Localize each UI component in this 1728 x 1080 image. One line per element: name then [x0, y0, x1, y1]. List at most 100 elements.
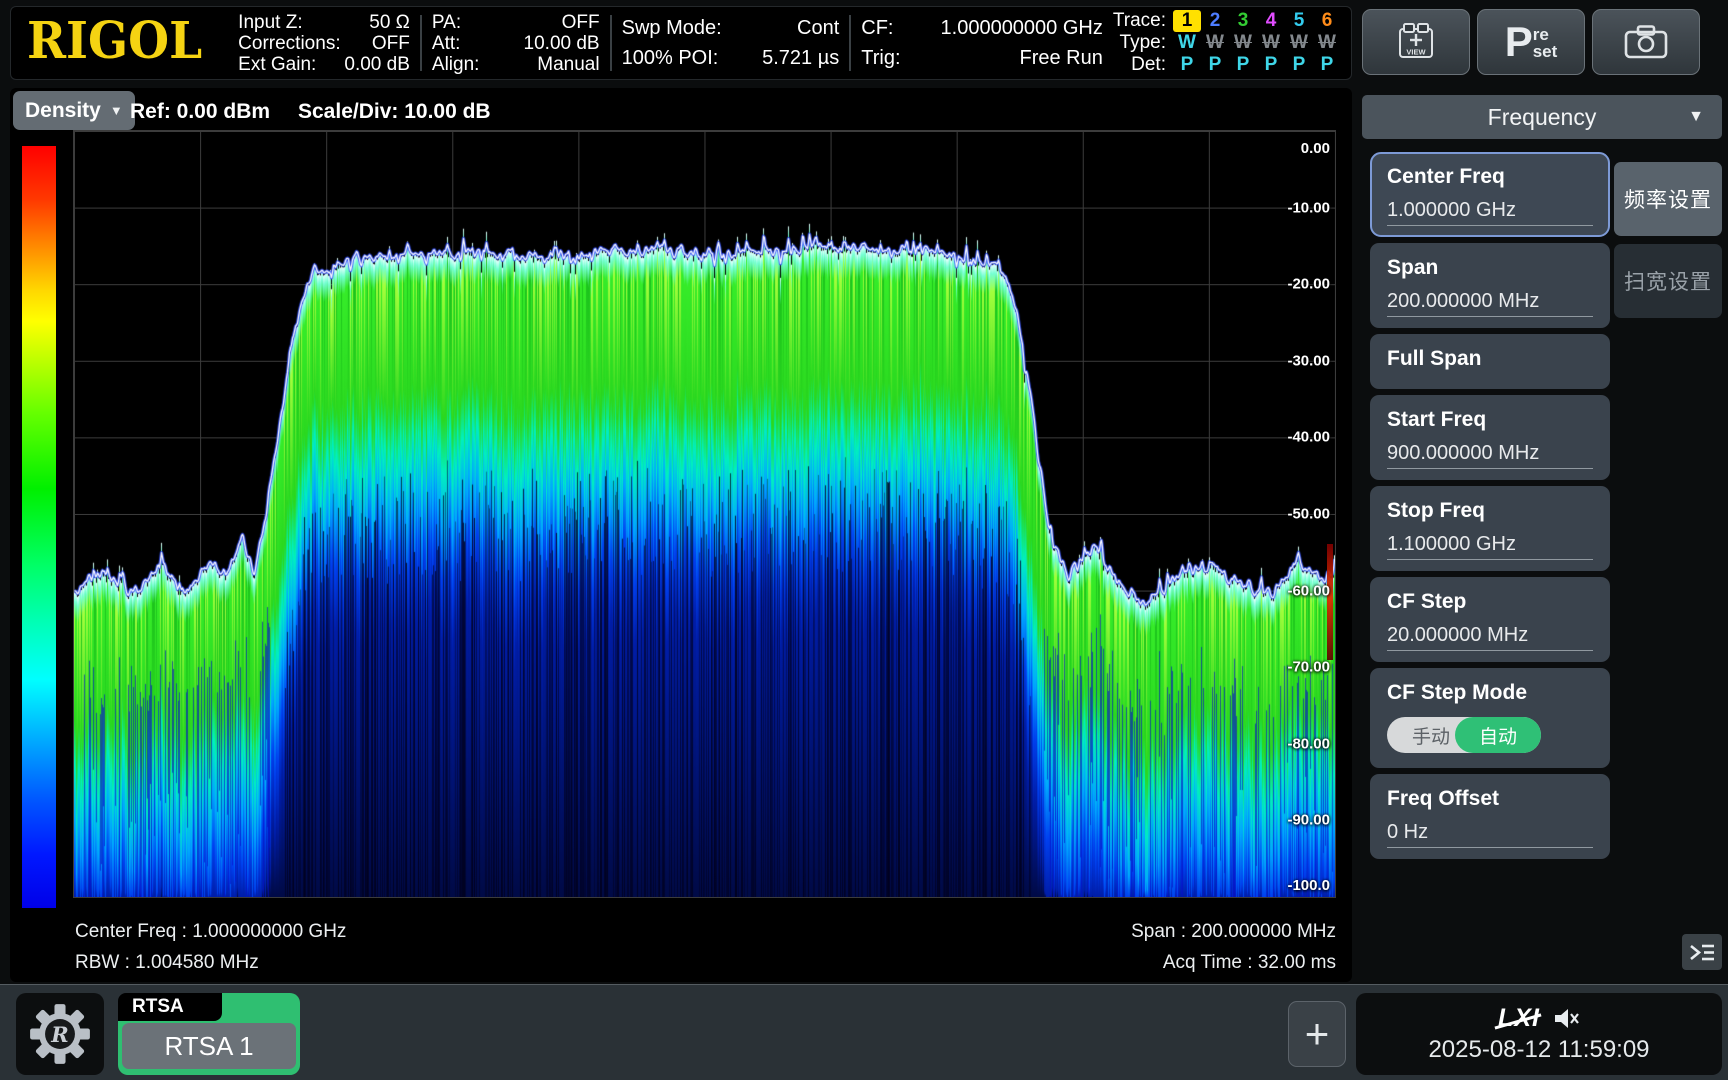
param-label: Corrections: [238, 33, 340, 54]
menu-item-start-freq[interactable]: Start Freq 900.000000 MHz [1370, 395, 1610, 480]
menu-item-value: 20.000000 MHz [1387, 624, 1593, 651]
param-label: Swp Mode: [622, 13, 722, 43]
param-value: OFF [360, 33, 410, 54]
param-group-input: Input Z:50 Ω Corrections:OFF Ext Gain:0.… [228, 7, 420, 79]
rigol-logo: RIGOL [11, 11, 228, 75]
trace-row-label: Det: [1113, 54, 1173, 76]
preset-button[interactable]: P re set [1477, 9, 1585, 75]
preset-re: re [1533, 26, 1558, 43]
y-axis-label: -20.00 [1287, 276, 1330, 293]
y-axis-label: -60.00 [1287, 582, 1330, 599]
display-mode-dropdown[interactable]: Density ▼ [13, 91, 135, 130]
trace-detector: P [1313, 54, 1341, 76]
menu-item-label: CF Step [1387, 590, 1593, 614]
menu-item-stop-freq[interactable]: Stop Freq 1.100000 GHz [1370, 486, 1610, 571]
multi-view-button[interactable]: VIEW [1362, 9, 1470, 75]
display-mode-label: Density [25, 99, 101, 123]
trace-type: W [1173, 32, 1201, 54]
cf-step-mode-toggle[interactable]: 手动 自动 [1387, 717, 1541, 753]
param-value: 5.721 µs [750, 43, 839, 73]
tab-span-settings[interactable]: 扫宽设置 [1614, 244, 1722, 318]
menu-item-cf-step-mode[interactable]: CF Step Mode 手动 自动 [1370, 668, 1610, 768]
menu-title-dropdown[interactable]: Frequency ▼ [1362, 95, 1722, 139]
trace-row-label: Trace: [1113, 10, 1173, 32]
menu-item-value: 1.100000 GHz [1387, 533, 1593, 560]
trace-type: W [1201, 32, 1229, 54]
chevron-down-icon: ▼ [1688, 108, 1704, 126]
param-value: Manual [525, 54, 599, 75]
footer-span: Span : 200.000000 MHz [1131, 921, 1336, 943]
menu-item-label: Stop Freq [1387, 499, 1593, 523]
trace-number: 6 [1313, 10, 1341, 32]
trace-detector: P [1257, 54, 1285, 76]
menu-item-full-span[interactable]: Full Span [1370, 334, 1610, 389]
param-value: Free Run [1007, 43, 1102, 73]
rtsa-mode-tab[interactable]: RTSA RTSA 1 [118, 993, 300, 1075]
trace-status-matrix[interactable]: Trace: 1 2 3 4 5 6 Type: W W W W W W Det… [1113, 10, 1341, 76]
y-axis-label: -100.0 [1287, 877, 1330, 894]
plus-icon: + [1305, 1010, 1330, 1058]
system-gear-button[interactable]: R [16, 993, 104, 1075]
menu-item-freq-offset[interactable]: Freq Offset 0 Hz [1370, 774, 1610, 859]
trace-number: 1 [1173, 10, 1201, 32]
param-group-amplitude: PA:OFF Att:10.00 dB Align:Manual [422, 7, 610, 79]
y-axis-label: -80.00 [1287, 735, 1330, 752]
menu-item-value: 0 Hz [1387, 821, 1593, 848]
param-label: Input Z: [238, 12, 302, 33]
param-value: 50 Ω [357, 12, 410, 33]
param-value: 0.00 dB [332, 54, 410, 75]
preset-set: set [1533, 43, 1558, 60]
spectrum-canvas [74, 131, 1335, 897]
menu-item-value: 900.000000 MHz [1387, 442, 1593, 469]
trace-detector: P [1229, 54, 1257, 76]
trace-type: W [1313, 32, 1341, 54]
menu-item-span[interactable]: Span 200.000000 MHz [1370, 243, 1610, 328]
bottom-task-bar: R RTSA RTSA 1 + LXI 2025-08-12 11:59:09 [0, 984, 1728, 1080]
param-value: OFF [550, 12, 600, 33]
menu-collapse-button[interactable] [1682, 934, 1722, 970]
trace-detector: P [1173, 54, 1201, 76]
collapse-menu-icon [1689, 942, 1716, 963]
y-axis-label: -40.00 [1287, 429, 1330, 446]
menu-item-label: Span [1387, 256, 1593, 280]
trace-detector: P [1285, 54, 1313, 76]
svg-text:VIEW: VIEW [1406, 48, 1426, 57]
menu-item-value: 1.000000 GHz [1387, 199, 1593, 226]
graticule: 0.00 -10.00 -20.00 -30.00 -40.00 -50.00 … [73, 130, 1336, 898]
density-edge-artifact [1327, 544, 1333, 660]
scale-per-div-readout: Scale/Div: 10.00 dB [298, 100, 491, 124]
menu-item-cf-step[interactable]: CF Step 20.000000 MHz [1370, 577, 1610, 662]
footer-center-freq: Center Freq : 1.000000000 GHz [75, 921, 346, 943]
param-label: Trig: [861, 43, 900, 73]
param-group-sweep: Swp Mode:Cont 100% POI:5.721 µs [612, 7, 850, 79]
menu-item-label: Center Freq [1387, 165, 1593, 189]
density-color-legend [22, 146, 56, 908]
menu-item-value: 200.000000 MHz [1387, 290, 1593, 317]
y-axis-label: -50.00 [1287, 506, 1330, 523]
instrument-screen: RIGOL Input Z:50 Ω Corrections:OFF Ext G… [0, 0, 1728, 1080]
frequency-menu: Center Freq 1.000000 GHz Span 200.000000… [1370, 152, 1610, 865]
menu-item-label: Freq Offset [1387, 787, 1593, 811]
toggle-option-auto[interactable]: 自动 [1455, 717, 1541, 753]
trace-row-label: Type: [1113, 32, 1173, 54]
tab-frequency-settings[interactable]: 频率设置 [1614, 162, 1722, 236]
mode-tab-name: RTSA 1 [122, 1023, 296, 1069]
trace-number: 5 [1285, 10, 1313, 32]
param-group-cf-trig: CF:1.000000000 GHz Trig:Free Run [851, 7, 1113, 79]
lxi-logo: LXI [1498, 1004, 1540, 1033]
menu-title: Frequency [1488, 104, 1597, 131]
param-value: 10.00 dB [512, 33, 600, 54]
param-label: PA: [432, 12, 461, 33]
trace-detector: P [1201, 54, 1229, 76]
param-label: CF: [861, 13, 893, 43]
date-time: 2025-08-12 11:59:09 [1428, 1036, 1649, 1064]
footer-rbw: RBW : 1.004580 MHz [75, 952, 259, 974]
multi-view-icon: VIEW [1394, 20, 1438, 64]
top-status-bar: RIGOL Input Z:50 Ω Corrections:OFF Ext G… [10, 6, 1352, 80]
preset-icon: P re set [1505, 22, 1558, 62]
speaker-muted-icon [1553, 1007, 1580, 1030]
add-mode-button[interactable]: + [1288, 1001, 1346, 1067]
screenshot-button[interactable] [1592, 9, 1700, 75]
trace-type: W [1257, 32, 1285, 54]
menu-item-center-freq[interactable]: Center Freq 1.000000 GHz [1370, 152, 1610, 237]
